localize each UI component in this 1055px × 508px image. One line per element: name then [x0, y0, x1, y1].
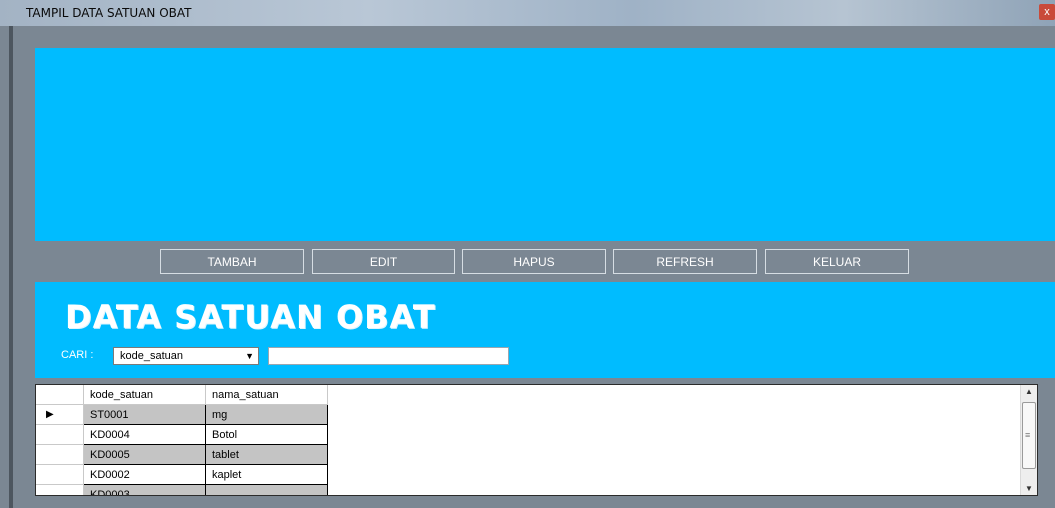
- current-row-arrow-icon: ▶: [46, 409, 54, 420]
- window-title: TAMPIL DATA SATUAN OBAT: [26, 6, 192, 20]
- header-panel: DATA SATUAN OBAT CARI : kode_satuan ▼: [35, 282, 1055, 378]
- grid-corner-header: [36, 385, 84, 405]
- close-button[interactable]: x: [1039, 4, 1055, 20]
- keluar-button[interactable]: KELUAR: [765, 249, 909, 274]
- cell-kode-satuan[interactable]: KD0005: [84, 445, 206, 465]
- scrollbar-thumb[interactable]: ≡: [1022, 402, 1036, 469]
- cell-nama-satuan[interactable]: Botol: [206, 425, 328, 445]
- search-field-select[interactable]: kode_satuan ▼: [113, 347, 259, 365]
- page-title: DATA SATUAN OBAT: [65, 298, 436, 336]
- refresh-button[interactable]: REFRESH: [613, 249, 757, 274]
- chevron-down-icon: ▼: [245, 351, 254, 361]
- window-left-border: [9, 26, 13, 508]
- cell-nama-satuan[interactable]: kaplet: [206, 465, 328, 485]
- cell-kode-satuan[interactable]: KD0003: [84, 485, 206, 495]
- cell-nama-satuan[interactable]: mg: [206, 405, 328, 425]
- edit-button[interactable]: EDIT: [312, 249, 455, 274]
- vertical-scrollbar[interactable]: ▲ ≡ ▼: [1020, 385, 1037, 495]
- search-label: CARI :: [61, 349, 94, 361]
- cell-kode-satuan[interactable]: KD0002: [84, 465, 206, 485]
- scroll-up-arrow-icon[interactable]: ▲: [1025, 387, 1033, 396]
- tambah-button[interactable]: TAMBAH: [160, 249, 304, 274]
- row-header[interactable]: [36, 485, 84, 495]
- cell-nama-satuan[interactable]: [206, 485, 328, 495]
- search-input[interactable]: [268, 347, 509, 365]
- top-banner-panel: [35, 48, 1055, 241]
- cell-nama-satuan[interactable]: tablet: [206, 445, 328, 465]
- title-bar: TAMPIL DATA SATUAN OBAT x: [0, 0, 1055, 26]
- search-field-value: kode_satuan: [120, 350, 183, 362]
- cell-kode-satuan[interactable]: KD0004: [84, 425, 206, 445]
- hapus-button[interactable]: HAPUS: [462, 249, 606, 274]
- column-header-nama-satuan[interactable]: nama_satuan: [206, 385, 328, 405]
- column-header-kode-satuan[interactable]: kode_satuan: [84, 385, 206, 405]
- cell-kode-satuan[interactable]: ST0001: [84, 405, 206, 425]
- data-grid[interactable]: kode_satuan nama_satuan ▶ ST0001 mg KD00…: [35, 384, 1038, 496]
- row-header[interactable]: ▶: [36, 405, 84, 425]
- row-header[interactable]: [36, 465, 84, 485]
- row-header[interactable]: [36, 445, 84, 465]
- grip-icon: ≡: [1025, 430, 1031, 440]
- scroll-down-arrow-icon[interactable]: ▼: [1025, 484, 1033, 493]
- row-header[interactable]: [36, 425, 84, 445]
